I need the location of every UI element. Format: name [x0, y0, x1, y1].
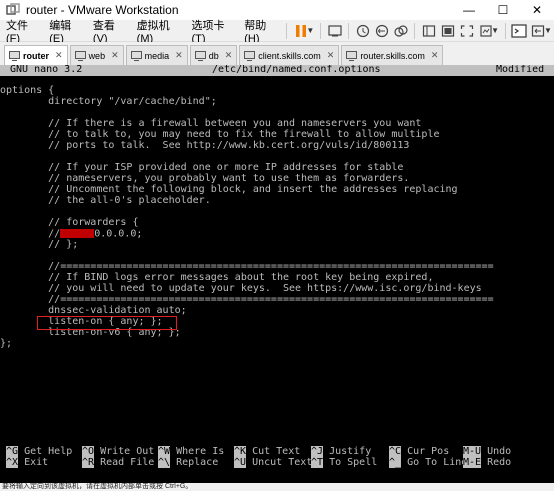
file-content[interactable]: options { directory "/var/cache/bind"; /…	[0, 85, 494, 350]
toolbar-separator	[320, 22, 322, 39]
chevron-down-icon[interactable]: ▼	[544, 26, 552, 35]
close-button[interactable]: ✕	[520, 0, 554, 20]
file-line: // ports to talk. See http://www.kb.cert…	[0, 140, 410, 151]
toolbar-separator	[414, 22, 415, 39]
menu-tabs[interactable]: 选项卡(T)	[186, 20, 239, 45]
maximize-button[interactable]: ☐	[486, 0, 520, 20]
menu-file[interactable]: 文件(F)	[0, 20, 43, 45]
snapshot-icon[interactable]	[353, 20, 372, 42]
shortcut-read-file: ^R Read File	[82, 457, 155, 468]
close-icon[interactable]: ✕	[431, 50, 439, 61]
shortcut-exit: ^X Exit	[6, 457, 49, 468]
window-title: router - VMware Workstation	[26, 3, 179, 17]
shortcut-uncut-text: ^U Uncut Text	[234, 457, 313, 468]
vm-icon	[130, 50, 142, 61]
shortcut-replace: ^\ Replace	[158, 457, 219, 468]
thumbnail-icon[interactable]	[438, 20, 457, 42]
toolbar-separator	[348, 22, 350, 39]
nano-filename: /etc/bind/named.conf.options	[212, 65, 381, 75]
send-keys-icon[interactable]	[325, 20, 344, 42]
vm-icon	[74, 50, 86, 61]
nano-version: GNU nano 3.2	[10, 65, 83, 75]
listen-on-highlight	[37, 316, 177, 330]
toolbar-separator	[505, 22, 506, 39]
file-line: // forwarders {	[0, 217, 139, 228]
file-line: // };	[0, 239, 79, 250]
vm-icon	[194, 50, 206, 61]
tab-router-skills-com[interactable]: router.skills.com ✕	[341, 45, 444, 65]
chevron-down-icon[interactable]: ▼	[306, 26, 314, 35]
shortcut-redo: M-E Redo	[463, 457, 512, 468]
vm-console[interactable]: GNU nano 3.2 /etc/bind/named.conf.option…	[0, 65, 554, 483]
shortcut-row: ^X Exit ^R Read File ^\ Replace ^U Uncut…	[0, 457, 554, 469]
shortcut-go-to-line: ^_ Go To Line	[389, 457, 468, 468]
vm-tab-bar: router ✕ web ✕ media ✕ db ✕ client.skill…	[0, 42, 554, 65]
file-line: };	[0, 338, 13, 349]
library-icon[interactable]	[419, 20, 438, 42]
tab-client-skills-com[interactable]: client.skills.com ✕	[239, 45, 340, 65]
menu-bar: 文件(F) 编辑(E) 查看(V) 虚拟机(M) 选项卡(T) 帮助(H) ▼ …	[0, 20, 554, 45]
nano-title-bar: GNU nano 3.2 /etc/bind/named.conf.option…	[0, 65, 554, 76]
nano-status: Modified	[496, 65, 545, 75]
snapshot-manager-icon[interactable]	[391, 20, 410, 42]
redaction-mark	[60, 229, 95, 238]
file-line: directory "/var/cache/bind";	[0, 96, 217, 107]
tab-label: router.skills.com	[360, 50, 425, 61]
revert-snapshot-icon[interactable]	[372, 20, 391, 42]
close-icon[interactable]: ✕	[225, 50, 233, 61]
vm-icon	[9, 50, 20, 61]
file-line: // the all-0's placeholder.	[0, 195, 211, 206]
tab-label: router	[23, 50, 50, 61]
toolbar-separator	[286, 22, 288, 39]
status-bar: 要将输入定向到该虚拟机，请在虚拟机内部单击或按 Ctrl+G。	[0, 483, 554, 491]
tab-web[interactable]: web ✕	[69, 45, 124, 65]
tab-media[interactable]: media ✕	[125, 45, 188, 65]
chevron-down-icon[interactable]: ▼	[491, 26, 499, 35]
fullscreen-icon[interactable]	[457, 20, 476, 42]
vmware-logo-icon	[6, 3, 20, 15]
close-icon[interactable]: ✕	[111, 50, 119, 61]
close-icon[interactable]: ✕	[55, 50, 63, 61]
tab-db[interactable]: db ✕	[189, 45, 238, 65]
menu-view[interactable]: 查看(V)	[87, 20, 131, 45]
menu-edit[interactable]: 编辑(E)	[43, 20, 87, 45]
close-icon[interactable]: ✕	[327, 50, 335, 61]
vm-icon	[346, 50, 358, 61]
tab-label: db	[208, 50, 219, 61]
tab-label: media	[144, 50, 170, 61]
tab-label: web	[88, 50, 106, 61]
minimize-button[interactable]: —	[452, 0, 486, 20]
tab-router[interactable]: router ✕	[4, 45, 68, 65]
console-icon[interactable]	[510, 20, 529, 42]
tab-label: client.skills.com	[258, 50, 321, 61]
vm-icon	[244, 50, 256, 61]
title-bar: router - VMware Workstation — ☐ ✕	[0, 0, 554, 20]
status-text: 要将输入定向到该虚拟机，请在虚拟机内部单击或按 Ctrl+G。	[2, 483, 193, 490]
close-icon[interactable]: ✕	[175, 50, 183, 61]
nano-shortcuts: ^G Get Help ^O Write Out ^W Where Is ^K …	[0, 446, 554, 469]
shortcut-to-spell: ^T To Spell	[311, 457, 378, 468]
menu-help[interactable]: 帮助(H)	[238, 20, 282, 45]
menu-vm[interactable]: 虚拟机(M)	[131, 20, 186, 45]
